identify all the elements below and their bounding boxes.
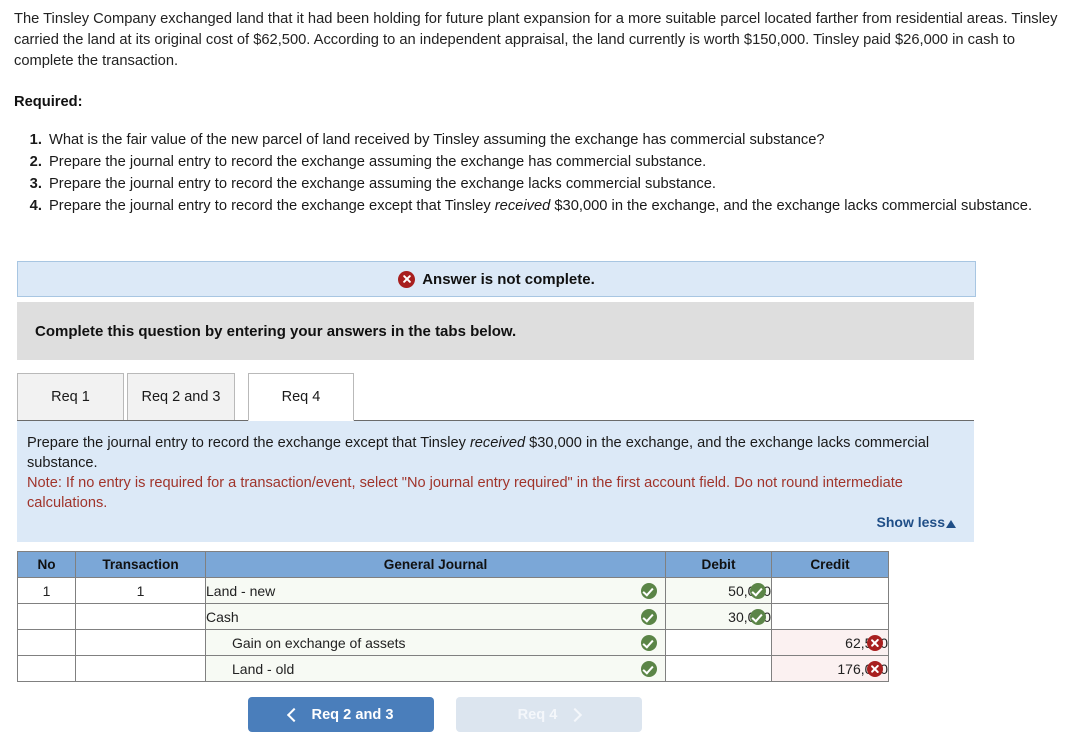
chevron-left-icon — [286, 707, 301, 722]
column-header-credit: Credit — [771, 551, 889, 578]
correct-check-icon — [641, 582, 657, 599]
cell-transaction — [75, 655, 206, 682]
required-item-4: Prepare the journal entry to record the … — [46, 196, 1079, 217]
required-item-4-suffix: $30,000 in the exchange, and the exchang… — [550, 197, 1033, 214]
prev-req-label: Req 2 and 3 — [311, 706, 394, 723]
required-item-3: Prepare the journal entry to record the … — [46, 174, 1079, 195]
requirement-tabs: Req 1 Req 2 and 3 Req 4 — [17, 373, 974, 423]
account-label: Cash — [206, 608, 239, 625]
correct-check-icon — [641, 634, 657, 651]
requirement-panel: Prepare the journal entry to record the … — [17, 420, 974, 542]
required-list: What is the fair value of the new parcel… — [14, 130, 1079, 218]
cell-transaction — [75, 629, 206, 656]
problem-statement: The Tinsley Company exchanged land that … — [14, 11, 1058, 69]
cell-no — [17, 629, 76, 656]
instruction-strip: Complete this question by entering your … — [17, 302, 974, 360]
prev-req-button[interactable]: Req 2 and 3 — [248, 697, 434, 732]
show-less-toggle[interactable]: Show less — [877, 514, 956, 530]
credit-input[interactable]: 62,500 — [771, 629, 889, 656]
credit-input[interactable] — [771, 577, 889, 604]
account-select[interactable]: Land - old — [205, 655, 666, 682]
next-req-button: Req 4 — [456, 697, 642, 732]
journal-entry-table: No Transaction General Journal Debit Cre… — [17, 551, 889, 682]
tab-req-4-label: Req 4 — [281, 389, 321, 405]
debit-input[interactable]: 50,000 — [665, 577, 772, 604]
tab-navigation: Req 2 and 3 Req 4 — [0, 697, 890, 732]
tab-req-1-label: Req 1 — [51, 389, 90, 405]
required-label: Required: — [14, 94, 83, 110]
incorrect-x-icon — [867, 634, 883, 651]
required-item-4-emphasis: received — [494, 197, 551, 214]
account-select[interactable]: Gain on exchange of assets — [205, 629, 666, 656]
answer-status-alert: Answer is not complete. — [17, 261, 976, 297]
triangle-up-icon — [946, 520, 956, 528]
column-header-debit: Debit — [665, 551, 772, 578]
required-item-1: What is the fair value of the new parcel… — [46, 130, 1079, 151]
correct-check-icon — [750, 608, 766, 625]
column-header-transaction: Transaction — [75, 551, 206, 578]
table-row: Cash 30,000 — [17, 603, 889, 630]
next-req-label: Req 4 — [517, 706, 558, 723]
table-header-row: No Transaction General Journal Debit Cre… — [17, 551, 889, 578]
cell-transaction: 1 — [75, 577, 206, 604]
alert-message: Answer is not complete. — [422, 270, 595, 288]
account-select[interactable]: Land - new — [205, 577, 666, 604]
debit-input[interactable] — [665, 629, 772, 656]
tab-req-2-and-3[interactable]: Req 2 and 3 — [127, 373, 235, 421]
alert-content: Answer is not complete. — [398, 270, 595, 288]
column-header-no: No — [17, 551, 76, 578]
requirement-prompt-emphasis: received — [469, 435, 526, 451]
debit-input[interactable]: 30,000 — [665, 603, 772, 630]
cell-transaction — [75, 603, 206, 630]
requirement-note: Note: If no entry is required for a tran… — [27, 475, 903, 512]
requirement-prompt-prefix: Prepare the journal entry to record the … — [27, 435, 470, 451]
tab-req-1[interactable]: Req 1 — [17, 373, 124, 421]
credit-input[interactable] — [771, 603, 889, 630]
instruction-strip-text: Complete this question by entering your … — [35, 322, 517, 340]
tab-req-4[interactable]: Req 4 — [248, 373, 354, 421]
account-label: Gain on exchange of assets — [232, 634, 406, 651]
correct-check-icon — [750, 582, 766, 599]
required-item-4-prefix: Prepare the journal entry to record the … — [49, 197, 495, 214]
cell-no: 1 — [17, 577, 76, 604]
account-select[interactable]: Cash — [205, 603, 666, 630]
debit-input[interactable] — [665, 655, 772, 682]
tab-req-2-and-3-label: Req 2 and 3 — [141, 389, 221, 405]
table-row: Gain on exchange of assets 62,500 — [17, 629, 889, 656]
required-item-2: Prepare the journal entry to record the … — [46, 152, 1079, 173]
table-row: 1 1 Land - new 50,000 — [17, 577, 889, 604]
column-header-general-journal: General Journal — [205, 551, 666, 578]
error-x-circle-icon — [398, 270, 416, 288]
cell-no — [17, 655, 76, 682]
show-less-label: Show less — [876, 514, 945, 530]
chevron-right-icon — [568, 707, 583, 722]
incorrect-x-icon — [867, 660, 883, 677]
credit-input[interactable]: 176,000 — [771, 655, 889, 682]
correct-check-icon — [641, 660, 657, 677]
requirement-prompt: Prepare the journal entry to record the … — [27, 433, 958, 473]
account-label: Land - new — [206, 582, 276, 599]
table-row: Land - old 176,000 — [17, 655, 889, 682]
account-label: Land - old — [232, 660, 295, 677]
cell-no — [17, 603, 76, 630]
correct-check-icon — [641, 608, 657, 625]
